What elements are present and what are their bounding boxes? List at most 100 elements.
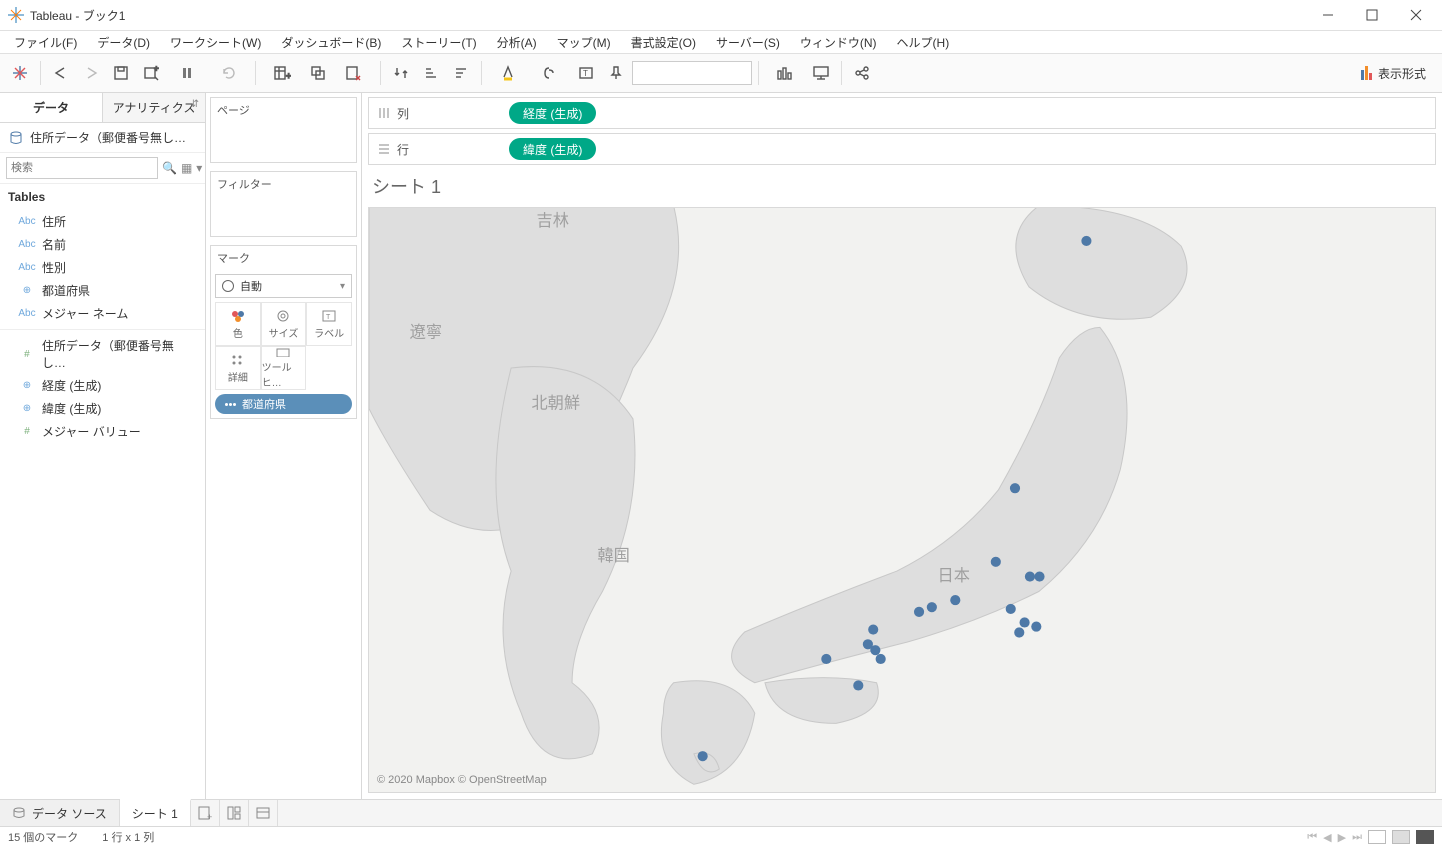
new-datasource-button[interactable]: + (137, 59, 165, 87)
show-me-label: 表示形式 (1378, 65, 1426, 82)
refresh-button[interactable] (209, 59, 249, 87)
tableau-logo-icon (8, 7, 24, 23)
title-bar: Tableau - ブック1 (0, 0, 1442, 31)
swap-button[interactable] (387, 59, 415, 87)
highlight-button[interactable] (488, 59, 528, 87)
field-meas[interactable]: ⊕緯度 (生成) (0, 397, 205, 420)
detail-icon (225, 403, 236, 406)
field-dim[interactable]: Abc名前 (0, 233, 205, 256)
svg-text:T: T (326, 314, 331, 321)
sort-asc-button[interactable] (417, 59, 445, 87)
map-viz[interactable]: 吉林 遼寧 北朝鮮 韓国 日本 © 2020 Mapbox © OpenStre… (368, 207, 1436, 793)
clear-button[interactable] (334, 59, 374, 87)
field-meas[interactable]: #住所データ（郵便番号無し… (0, 334, 205, 374)
save-button[interactable] (107, 59, 135, 87)
map-label-nk: 北朝鮮 (531, 395, 580, 413)
menu-worksheet[interactable]: ワークシート(W) (162, 32, 269, 53)
rows-icon (377, 142, 391, 156)
status-bar: 15 個のマーク 1 行 x 1 列 ⏮ ◀ ▶ ⏭ (0, 826, 1442, 847)
field-dim[interactable]: ⊕都道府県 (0, 279, 205, 302)
pin-button[interactable] (602, 59, 630, 87)
group-button[interactable] (530, 59, 570, 87)
menu-map[interactable]: マップ(M) (549, 32, 619, 53)
tab-data[interactable]: データ (0, 93, 102, 122)
presentation-button[interactable] (807, 59, 835, 87)
new-sheet-button[interactable]: + (191, 800, 220, 826)
marks-type-select[interactable]: 自動 (215, 274, 352, 298)
menu-bar: ファイル(F) データ(D) ワークシート(W) ダッシュボード(B) ストーリ… (0, 31, 1442, 53)
pages-card[interactable]: ページ (210, 97, 357, 163)
field-dim[interactable]: Abc住所 (0, 210, 205, 233)
status-marks: 15 個のマーク (8, 829, 78, 845)
field-dim[interactable]: Abc性別 (0, 256, 205, 279)
menu-file[interactable]: ファイル(F) (6, 32, 85, 53)
svg-text:+: + (154, 65, 159, 73)
columns-shelf[interactable]: 列 経度 (生成) (368, 97, 1436, 129)
show-cards-button[interactable] (765, 59, 805, 87)
maximize-button[interactable] (1350, 1, 1394, 29)
field-meas[interactable]: ⊕経度 (生成) (0, 374, 205, 397)
marks-detail-pill[interactable]: 都道府県 (215, 394, 352, 414)
search-icon[interactable]: 🔍 (162, 158, 177, 178)
filters-card[interactable]: フィルター (210, 171, 357, 237)
new-story-button[interactable] (249, 800, 278, 826)
field-dim[interactable]: Abcメジャー ネーム (0, 302, 205, 325)
map-label-jp: 日本 (938, 567, 970, 585)
search-input[interactable] (6, 157, 158, 179)
marks-detail[interactable]: 詳細 (215, 346, 261, 390)
marks-size[interactable]: サイズ (261, 302, 307, 346)
sort-desc-button[interactable] (447, 59, 475, 87)
new-worksheet-button[interactable]: + (262, 59, 302, 87)
label-button[interactable]: T (572, 59, 600, 87)
show-me-icon (1361, 66, 1372, 80)
tables-header: Tables (0, 184, 205, 210)
tableau-home-icon[interactable] (6, 59, 34, 87)
cards-column: ページ フィルター マーク 自動 色 サイズ Tラベル 詳細 ツールヒ… 都道府… (206, 93, 362, 799)
menu-server[interactable]: サーバー(S) (708, 32, 788, 53)
menu-analysis[interactable]: 分析(A) (489, 32, 545, 53)
view-icon[interactable]: ▦ (181, 158, 192, 178)
pause-auto-updates-button[interactable] (167, 59, 207, 87)
side-panel: データ アナリティクス⇵ 住所データ（郵便番号無し… 🔍 ▦ ▾ Tables … (0, 93, 206, 799)
new-dashboard-button[interactable] (220, 800, 249, 826)
marks-tooltip[interactable]: ツールヒ… (261, 346, 307, 390)
menu-caret-icon[interactable]: ▾ (196, 158, 202, 178)
fit-dropdown[interactable] (632, 61, 752, 85)
close-button[interactable] (1394, 1, 1438, 29)
rows-pill[interactable]: 緯度 (生成) (509, 138, 596, 160)
duplicate-button[interactable] (304, 59, 332, 87)
menu-dashboard[interactable]: ダッシュボード(B) (273, 32, 389, 53)
map-label-liaoning: 遼寧 (410, 324, 442, 342)
marks-label[interactable]: Tラベル (306, 302, 352, 346)
datasource-label: 住所データ（郵便番号無し… (30, 129, 197, 146)
undo-button[interactable] (47, 59, 75, 87)
redo-button[interactable] (77, 59, 105, 87)
menu-format[interactable]: 書式設定(O) (623, 32, 704, 53)
tab-datasource[interactable]: データ ソース (0, 800, 120, 826)
minimize-button[interactable] (1306, 1, 1350, 29)
map-attribution: © 2020 Mapbox © OpenStreetMap (377, 774, 547, 786)
status-dims: 1 行 x 1 列 (102, 829, 154, 845)
sheet-tabs: データ ソース シート 1 + (0, 799, 1442, 826)
toolbar: + + T 表示形式 (0, 53, 1442, 93)
datasource-item[interactable]: 住所データ（郵便番号無し… (0, 123, 205, 152)
map-label-jilin: 吉林 (537, 212, 569, 230)
tab-analytics[interactable]: アナリティクス⇵ (102, 93, 205, 122)
menu-window[interactable]: ウィンドウ(N) (792, 32, 885, 53)
columns-pill[interactable]: 経度 (生成) (509, 102, 596, 124)
marks-color[interactable]: 色 (215, 302, 261, 346)
share-button[interactable] (848, 59, 876, 87)
sheet-title[interactable]: シート 1 (362, 165, 1442, 207)
tab-sheet1[interactable]: シート 1 (120, 799, 191, 826)
menu-help[interactable]: ヘルプ(H) (889, 32, 958, 53)
svg-text:+: + (207, 812, 212, 821)
field-meas[interactable]: #メジャー バリュー (0, 420, 205, 443)
main-area: 列 経度 (生成) 行 緯度 (生成) シート 1 (362, 93, 1442, 799)
map-label-sk: 韓国 (597, 547, 629, 565)
show-me-button[interactable]: 表示形式 (1351, 65, 1436, 82)
menu-story[interactable]: ストーリー(T) (393, 32, 484, 53)
rows-shelf[interactable]: 行 緯度 (生成) (368, 133, 1436, 165)
svg-text:+: + (286, 71, 291, 81)
window-title: Tableau - ブック1 (30, 7, 1306, 24)
menu-data[interactable]: データ(D) (89, 32, 158, 53)
